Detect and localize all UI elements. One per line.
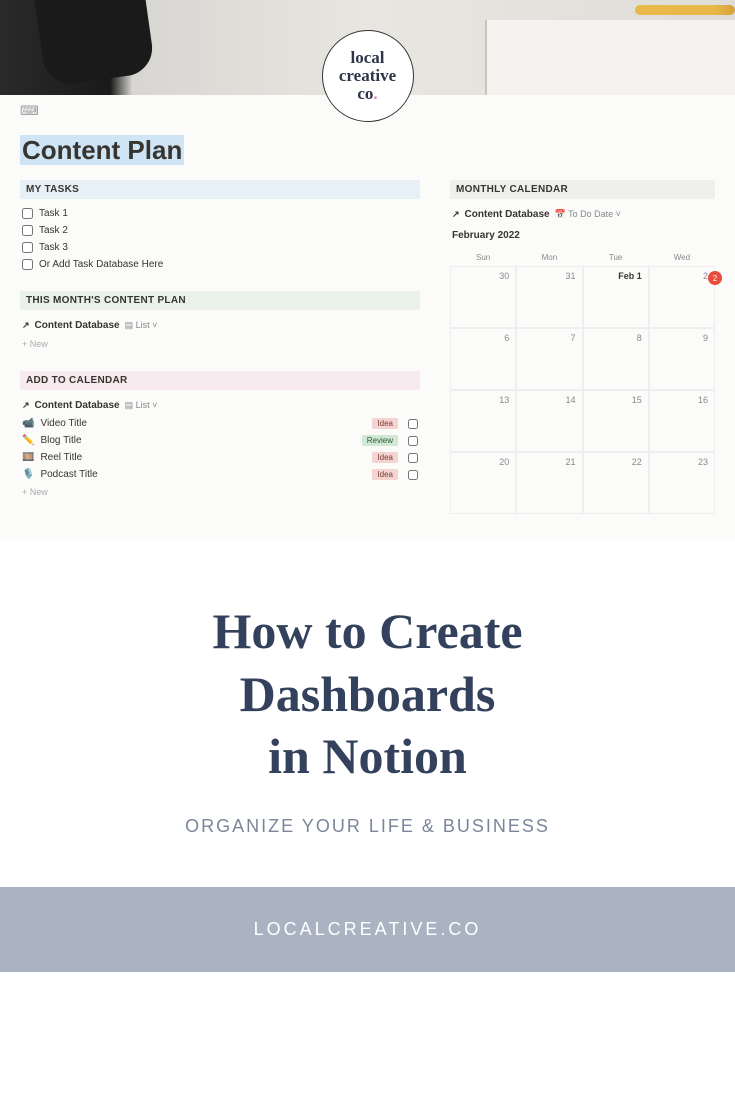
calendar-grid: 3031Feb 12267891314151620212223	[450, 266, 715, 514]
calendar-cell[interactable]: 15	[583, 390, 649, 452]
content-db-link-plan[interactable]: ↗ Content Database ▤ List ˅	[20, 316, 420, 335]
item-checkbox[interactable]	[408, 453, 418, 463]
item-checkbox[interactable]	[408, 470, 418, 480]
calendar-cell[interactable]: 13	[450, 390, 516, 452]
content-item[interactable]: 🎞️ Reel Title Idea	[20, 449, 420, 466]
calendar-cell[interactable]: 9	[649, 328, 715, 390]
headline-area: How to Create Dashboards in Notion ORGAN…	[0, 540, 735, 887]
db-label: Content Database	[465, 209, 550, 220]
calendar-cell[interactable]: 22	[649, 266, 715, 328]
logo-line-2: creative	[339, 67, 396, 85]
calendar-day-header: Mon	[516, 249, 582, 266]
calendar-cell[interactable]: 16	[649, 390, 715, 452]
pencil-prop	[635, 5, 735, 15]
db-label: Content Database	[35, 320, 120, 331]
calendar-cell[interactable]: 22	[583, 452, 649, 514]
calendar-month-label: February 2022	[450, 224, 715, 249]
page-title: Content Plan	[20, 135, 715, 166]
task-label: Task 2	[39, 225, 68, 236]
item-checkbox[interactable]	[408, 419, 418, 429]
calendar-cell[interactable]: 8	[583, 328, 649, 390]
task-checkbox[interactable]	[22, 225, 33, 236]
calendar-cell[interactable]: 31	[516, 266, 582, 328]
content-item[interactable]: 📹 Video Title Idea	[20, 415, 420, 432]
calendar-cell[interactable]: 23	[649, 452, 715, 514]
notion-screenshot: ⌨ Content Plan MY TASKS Task 1Task 2Task…	[0, 95, 735, 540]
plan-header: THIS MONTH'S CONTENT PLAN	[20, 291, 420, 310]
calendar-cell[interactable]: Feb 1	[583, 266, 649, 328]
status-tag: Idea	[372, 418, 398, 429]
list-view-selector[interactable]: ▤ List ˅	[125, 320, 158, 331]
date-view-selector[interactable]: 📅 To Do Date ˅	[555, 209, 621, 220]
item-checkbox[interactable]	[408, 436, 418, 446]
status-tag: Idea	[372, 469, 398, 480]
footer-band: LOCALCREATIVE.CO	[0, 887, 735, 972]
db-label: Content Database	[35, 400, 120, 411]
item-title: Reel Title	[40, 452, 366, 463]
calendar-day-header: Sun	[450, 249, 516, 266]
item-emoji-icon: ✏️	[22, 435, 34, 446]
event-badge: 2	[708, 271, 722, 285]
tasks-header: MY TASKS	[20, 180, 420, 199]
tasks-list: Task 1 Task 2 Task 3 Or Add Task Database H…	[20, 205, 420, 273]
status-tag: Review	[362, 435, 398, 446]
calendar-cell[interactable]: 6	[450, 328, 516, 390]
content-item[interactable]: 🎙️ Podcast Title Idea	[20, 466, 420, 483]
calendar-header: MONTHLY CALENDAR	[450, 180, 715, 199]
right-column: MONTHLY CALENDAR ↗ Content Database 📅 To…	[450, 180, 715, 514]
item-emoji-icon: 📹	[22, 418, 34, 429]
list-view-selector[interactable]: ▤ List ˅	[125, 400, 158, 411]
task-checkbox[interactable]	[22, 208, 33, 219]
item-emoji-icon: 🎙️	[22, 469, 34, 480]
logo-badge: local creative co.	[322, 30, 414, 122]
calendar-cell[interactable]: 20	[450, 452, 516, 514]
task-checkbox[interactable]	[22, 259, 33, 270]
logo-line-3: co.	[357, 85, 377, 103]
task-checkbox[interactable]	[22, 242, 33, 253]
task-label: Task 3	[39, 242, 68, 253]
calendar-day-headers: SunMonTueWed	[450, 249, 715, 266]
task-label: Or Add Task Database Here	[39, 259, 163, 270]
task-row[interactable]: Or Add Task Database Here	[20, 256, 420, 273]
calendar-cell[interactable]: 14	[516, 390, 582, 452]
content-db-link-monthly[interactable]: ↗ Content Database 📅 To Do Date ˅	[450, 205, 715, 224]
task-label: Task 1	[39, 208, 68, 219]
task-row[interactable]: Task 3	[20, 239, 420, 256]
footer-url: LOCALCREATIVE.CO	[0, 919, 735, 940]
item-title: Podcast Title	[40, 469, 366, 480]
status-tag: Idea	[372, 452, 398, 463]
new-row-plan[interactable]: + New	[20, 335, 420, 353]
arrow-icon: ↗	[452, 209, 460, 220]
content-db-link-cal[interactable]: ↗ Content Database ▤ List ˅	[20, 396, 420, 415]
left-column: MY TASKS Task 1 Task 2 Task 3 Or Add Task D…	[20, 180, 420, 514]
calendar-cell[interactable]: 7	[516, 328, 582, 390]
hero-photo-band: local creative co.	[0, 0, 735, 95]
headline-line-3: in Notion	[40, 725, 695, 788]
new-row-items[interactable]: + New	[20, 483, 420, 501]
arrow-icon: ↗	[22, 400, 30, 411]
notebook-prop	[485, 20, 735, 95]
item-emoji-icon: 🎞️	[22, 452, 34, 463]
item-title: Blog Title	[40, 435, 355, 446]
phone-prop	[34, 0, 155, 87]
calendar-day-header: Wed	[649, 249, 715, 266]
add-calendar-header: ADD TO CALENDAR	[20, 371, 420, 390]
main-headline: How to Create Dashboards in Notion	[40, 600, 695, 788]
calendar-cell[interactable]: 30	[450, 266, 516, 328]
item-title: Video Title	[40, 418, 366, 429]
subheadline: ORGANIZE YOUR LIFE & BUSINESS	[40, 816, 695, 837]
content-items-list: 📹 Video Title Idea ✏️ Blog Title Review 🎞️ Reel…	[20, 415, 420, 483]
content-item[interactable]: ✏️ Blog Title Review	[20, 432, 420, 449]
calendar-day-header: Tue	[583, 249, 649, 266]
headline-line-2: Dashboards	[40, 663, 695, 726]
calendar-cell[interactable]: 21	[516, 452, 582, 514]
task-row[interactable]: Task 2	[20, 222, 420, 239]
arrow-icon: ↗	[22, 320, 30, 331]
keyboard-icon: ⌨	[20, 103, 39, 119]
headline-line-1: How to Create	[40, 600, 695, 663]
task-row[interactable]: Task 1	[20, 205, 420, 222]
logo-line-1: local	[351, 49, 385, 67]
